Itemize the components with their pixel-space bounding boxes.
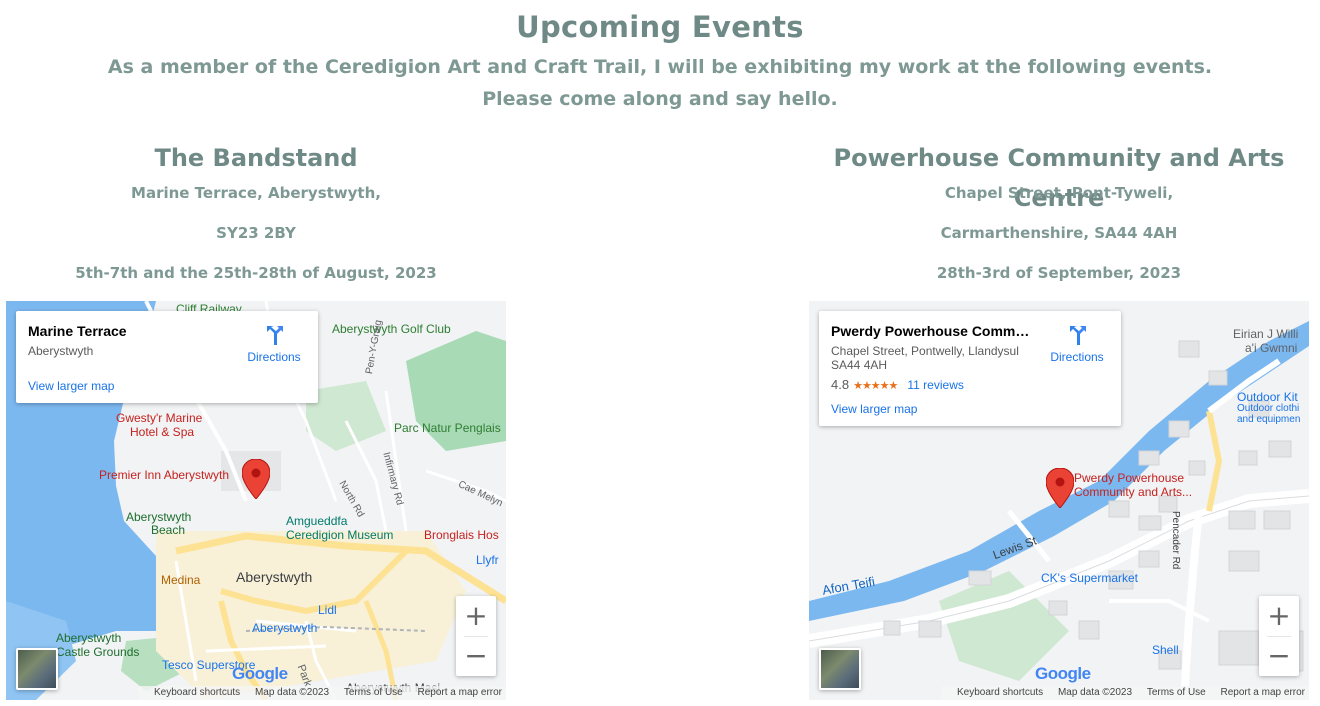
label-premier-inn: Premier Inn Aberystwyth [99,468,230,482]
venue-address-line2: Carmarthenshire, SA44 4AH [940,224,1178,242]
keyboard-shortcuts-link[interactable]: Keyboard shortcuts [957,687,1043,698]
map-data-text: Map data ©2023 [254,687,330,698]
label-marker-line1: Pwerdy Powerhouse [1074,471,1185,485]
rating-row: 4.8 ★★★★★ 11 reviews [831,377,964,392]
label-eirian-line2: a'i Gwmni [1245,341,1298,355]
label-pencader-rd: Pencader Rd [1170,511,1181,570]
reviews-link[interactable]: 11 reviews [907,378,963,392]
intro-text-line1: As a member of the Ceredigion Art and Cr… [107,56,1213,78]
map-aberystwyth[interactable]: Cliff Railway Aberystwyth Golf Club Gwes… [6,301,506,700]
map-llandysul[interactable]: Pwerdy Powerhouse Community and Arts... … [809,301,1309,700]
map-data-text: Map data ©2023 [1057,687,1133,698]
keyboard-shortcuts-link[interactable]: Keyboard shortcuts [154,687,240,698]
satellite-toggle-button[interactable] [819,648,861,690]
label-marker-line2: Community and Arts... [1074,485,1193,499]
event-dates: 5th-7th and the 25th-28th of August, 202… [75,264,437,282]
map-marker-icon[interactable] [1046,468,1074,508]
star-rating-icon: ★★★★★ [853,380,898,392]
google-logo-text: Google [1035,664,1091,683]
zoom-controls: + − [456,596,496,676]
label-parc-natur: Parc Natur Penglais [394,421,501,435]
intro-text-line2: Please come along and say hello. [482,88,838,110]
label-castle-line2: Castle Grounds [56,645,140,659]
label-eirian-line1: Eirian J Willi [1233,327,1299,341]
satellite-toggle-button[interactable] [16,648,58,690]
minus-icon: − [1267,639,1291,672]
label-beach-line2: Beach [151,523,186,537]
zoom-out-button[interactable]: − [456,636,496,676]
directions-button[interactable]: Directions [244,324,304,364]
map-footer: Keyboard shortcuts Map data ©2023 Terms … [941,686,1309,700]
directions-icon [267,326,283,345]
label-outdoor-line3: and equipmen [1237,414,1301,425]
terms-of-use-link[interactable]: Terms of Use [344,687,403,698]
map-footer: Keyboard shortcuts Map data ©2023 Terms … [138,686,506,700]
report-map-error-link[interactable]: Report a map error [1221,687,1305,698]
event-dates: 28th-3rd of September, 2023 [936,264,1182,282]
venue-address-line1: Marine Terrace, Aberystwyth, [131,184,381,202]
label-station: Aberystwyth [252,621,318,635]
event-powerhouse: Powerhouse Community and Arts Centre Cha… [809,138,1309,298]
label-museum-line1: Amgueddfa [286,514,348,528]
google-logo: Google [1035,664,1091,684]
google-logo-text: Google [232,664,288,683]
label-llyfrgell: Llyfr [476,553,499,567]
directions-label: Directions [247,350,301,364]
minus-icon: − [464,639,488,672]
page-title: Upcoming Events [516,10,804,44]
label-town-aberystwyth: Aberystwyth [236,569,313,585]
place-address: Aberystwyth [28,344,94,358]
event-bandstand: The Bandstand Marine Terrace, Aberystwyt… [6,138,506,298]
venue-address-line2: SY23 2BY [216,224,296,242]
place-name: Pwerdy Powerhouse Community and Arts Cen… [831,323,1031,339]
label-marine-hotel-line1: Gwesty'r Marine [116,411,203,425]
label-medina: Medina [161,573,201,587]
venue-name: Powerhouse Community and Arts Centre [833,144,1285,212]
label-ck-supermarket: CK's Supermarket [1041,571,1138,585]
plus-icon: + [1267,599,1291,632]
place-name: Marine Terrace [28,323,127,339]
zoom-controls: + − [1259,596,1299,676]
place-info-card: Marine Terrace Aberystwyth View larger m… [16,311,318,403]
place-info-card: Pwerdy Powerhouse Community and Arts Cen… [819,311,1121,426]
label-lidl: Lidl [318,603,337,617]
directions-icon [1070,326,1086,345]
label-museum-line2: Ceredigion Museum [286,528,394,542]
directions-label: Directions [1050,350,1104,364]
label-bronglais: Bronglais Hos [424,528,499,542]
google-logo: Google [232,664,288,684]
map-marker-icon[interactable] [242,459,270,499]
terms-of-use-link[interactable]: Terms of Use [1147,687,1206,698]
label-beach-line1: Aberystwyth [126,510,192,524]
view-larger-map-link[interactable]: View larger map [831,402,917,416]
rating-value: 4.8 [831,377,850,392]
label-marine-hotel-line2: Hotel & Spa [130,425,195,439]
plus-icon: + [464,599,488,632]
venue-name: The Bandstand [154,144,358,172]
zoom-out-button[interactable]: − [1259,636,1299,676]
directions-button[interactable]: Directions [1047,324,1107,364]
view-larger-map-link[interactable]: View larger map [28,379,114,393]
label-shell: Shell [1152,643,1179,657]
label-golf-club: Aberystwyth Golf Club [332,322,451,336]
report-map-error-link[interactable]: Report a map error [418,687,502,698]
label-castle-line1: Aberystwyth [56,631,122,645]
zoom-in-button[interactable]: + [456,596,496,636]
place-address: Chapel Street, Pontwelly, Llandysul SA44… [831,344,1019,372]
zoom-in-button[interactable]: + [1259,596,1299,636]
